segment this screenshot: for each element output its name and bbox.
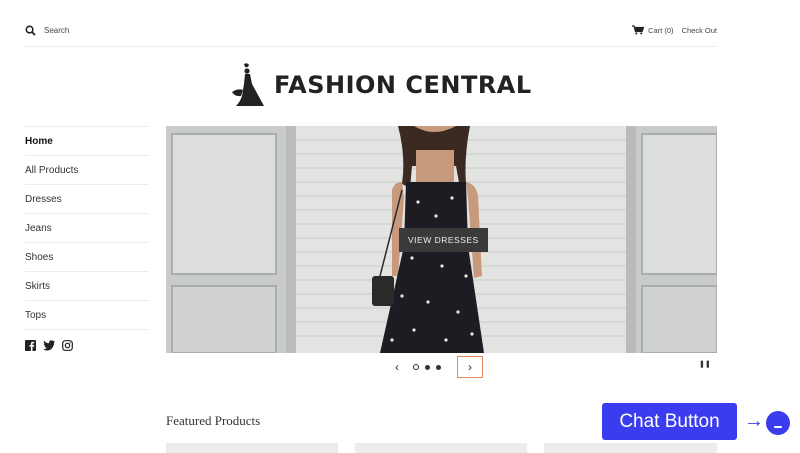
sidebar-item-label: Jeans (25, 222, 52, 234)
sidebar-item-label: Tops (25, 309, 47, 321)
search-icon (25, 25, 36, 36)
sidebar-item-label: Home (25, 135, 53, 147)
product-card[interactable] (355, 443, 527, 453)
product-card[interactable] (166, 443, 338, 453)
chat-button[interactable]: Chat Button (602, 403, 737, 440)
instagram-icon[interactable] (62, 340, 73, 351)
sidebar-item-home[interactable]: Home (25, 127, 149, 156)
arrow-right-icon: → (744, 410, 764, 432)
cart-link[interactable]: Cart (0) (632, 25, 674, 35)
search-link[interactable]: Search (25, 25, 69, 36)
previous-slide-button[interactable]: ‹ (395, 360, 399, 374)
chat-bubble-icon[interactable] (766, 411, 790, 435)
sidebar-item-label: All Products (25, 164, 79, 176)
sidebar-item-jeans[interactable]: Jeans (25, 214, 149, 243)
fashion-figure-icon (232, 63, 264, 106)
sidebar-item-label: Skirts (25, 280, 50, 292)
next-slide-button[interactable]: › (457, 356, 483, 378)
product-card[interactable] (544, 443, 717, 453)
top-bar: Search Cart (0) Check Out (25, 18, 717, 47)
featured-products-title: Featured Products (166, 413, 261, 428)
sidebar-item-shoes[interactable]: Shoes (25, 243, 149, 272)
checkout-link[interactable]: Check Out (682, 26, 717, 35)
site-logo[interactable]: FASHION CENTRAL (230, 62, 532, 108)
social-links (25, 330, 149, 351)
sidebar-item-label: Shoes (25, 251, 54, 263)
sidebar-item-label: Dresses (25, 193, 62, 205)
sidebar-item-dresses[interactable]: Dresses (25, 185, 149, 214)
slide-dot-1[interactable] (413, 364, 419, 370)
pause-slideshow-button[interactable]: ❚❚ (699, 360, 711, 368)
chevron-right-icon: › (468, 360, 472, 374)
sidebar-item-all-products[interactable]: All Products (25, 156, 149, 185)
cart-icon (632, 25, 645, 35)
twitter-icon[interactable] (43, 340, 55, 351)
sidebar-item-tops[interactable]: Tops (25, 301, 149, 330)
facebook-icon[interactable] (25, 340, 36, 351)
slide-dot-2[interactable] (425, 364, 430, 370)
slideshow-controls: ‹ › (395, 356, 483, 378)
slide-dots (413, 364, 441, 370)
slide-dot-3[interactable] (436, 364, 441, 370)
brand-name: FASHION CENTRAL (274, 71, 532, 99)
chevron-left-icon: ‹ (395, 360, 399, 374)
sidebar-item-skirts[interactable]: Skirts (25, 272, 149, 301)
cart-label: Cart (0) (648, 25, 674, 35)
search-label: Search (44, 26, 70, 35)
view-dresses-button[interactable]: VIEW DRESSES (399, 228, 488, 252)
pause-icon: ❚❚ (699, 361, 711, 368)
sidebar-nav: Home All Products Dresses Jeans Shoes Sk… (25, 126, 149, 351)
